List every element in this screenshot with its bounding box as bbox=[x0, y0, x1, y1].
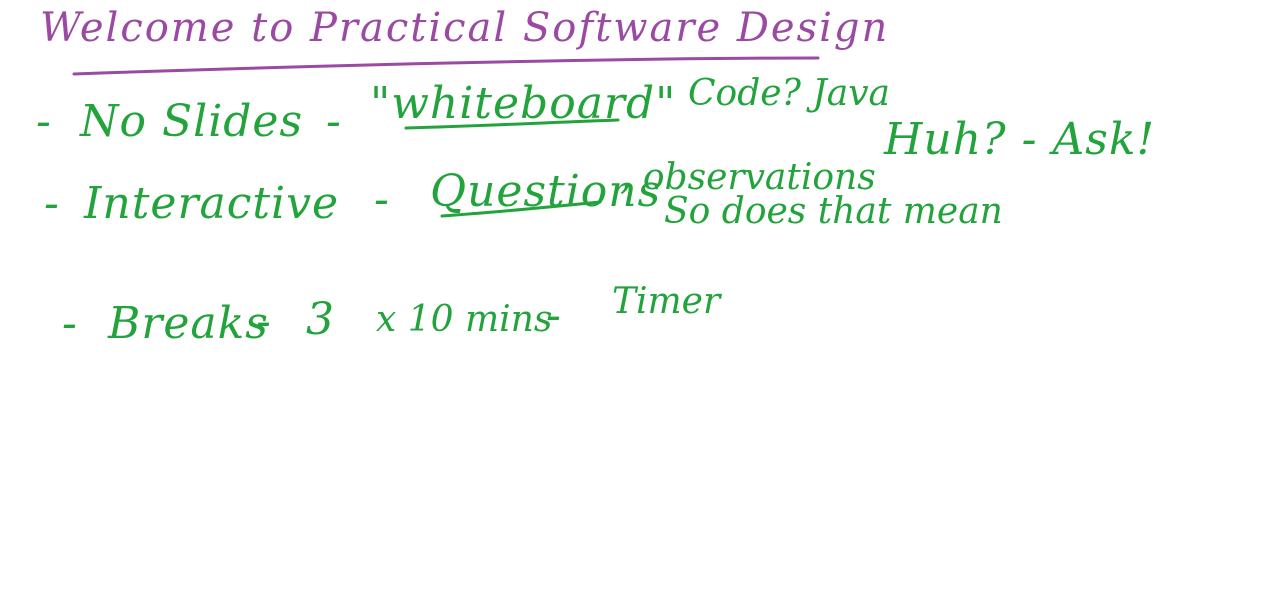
bullet-slides: - bbox=[36, 96, 52, 147]
label-breaks: Breaks bbox=[108, 298, 269, 349]
bullet-breaks: - bbox=[62, 298, 78, 349]
label-ten-mins: x 10 mins bbox=[376, 299, 553, 340]
label-interactive: Interactive bbox=[84, 178, 339, 229]
label-huh-ask: Huh? - Ask! bbox=[884, 114, 1156, 165]
label-no-slides: No Slides bbox=[80, 96, 304, 147]
whiteboard-canvas: Welcome to Practical Software Design - N… bbox=[0, 0, 1268, 590]
label-code-java: Code? Java bbox=[688, 73, 891, 114]
dash-slides: - bbox=[326, 96, 342, 147]
dash-interactive: - bbox=[374, 174, 390, 225]
label-break-count: 3 bbox=[306, 294, 335, 345]
dash-breaks-2: - bbox=[546, 290, 562, 341]
label-timer: Timer bbox=[612, 281, 721, 322]
bullet-interactive: - bbox=[44, 178, 60, 229]
label-so-does-that-mean: So does that mean bbox=[664, 191, 1003, 232]
page-title: Welcome to Practical Software Design bbox=[40, 5, 890, 51]
title-underline bbox=[72, 56, 820, 76]
label-whiteboard: "whiteboard" bbox=[370, 78, 677, 129]
dash-breaks: - bbox=[256, 296, 272, 347]
